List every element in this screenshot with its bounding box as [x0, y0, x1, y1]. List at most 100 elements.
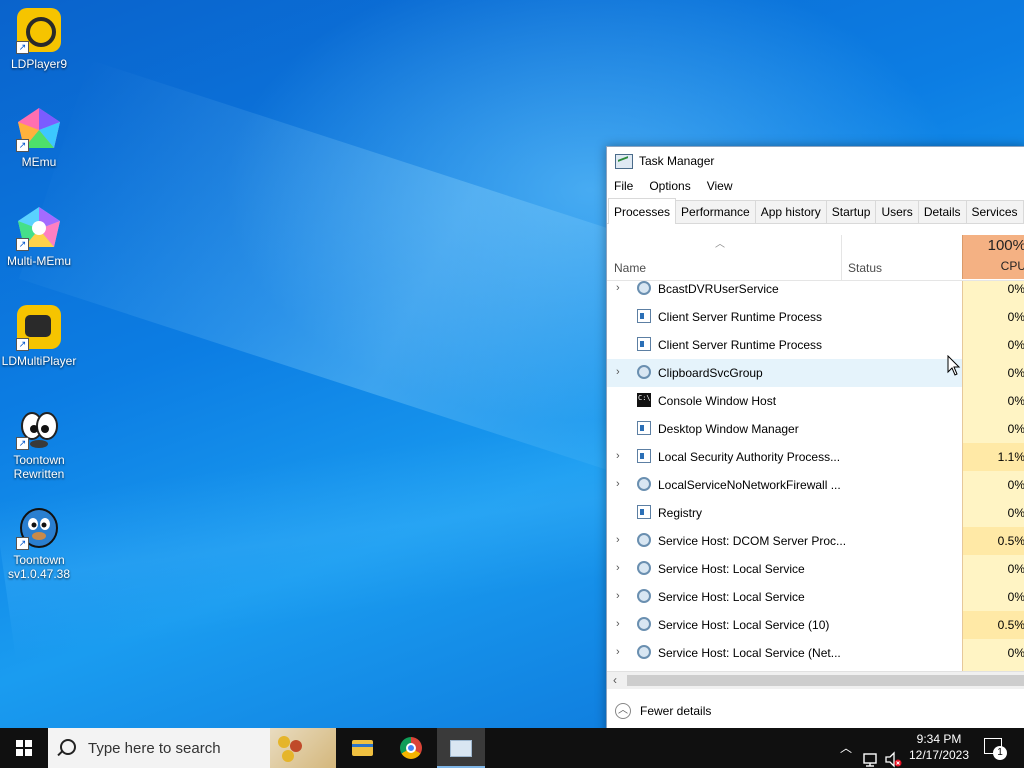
taskbar-task-manager[interactable] — [437, 728, 485, 768]
expand-chevron-icon[interactable]: › — [616, 618, 626, 630]
process-name: BcastDVRUserService — [658, 282, 779, 296]
toontown-sv-icon: ↗ — [16, 504, 62, 550]
ldplayer9-icon: ↗ — [16, 8, 62, 54]
column-header-cpu[interactable]: 100% CPU — [962, 235, 1024, 279]
desktop-icon-label: LDPlayer9 — [10, 57, 68, 71]
tab-services[interactable]: Services — [965, 200, 1024, 223]
network-icon[interactable] — [862, 740, 880, 780]
process-list[interactable]: › BcastDVRUserService 0% Client Server Runt… — [607, 281, 1024, 671]
process-name: Client Server Runtime Process — [658, 310, 823, 324]
desktop-icon-label: Toontown sv1.0.47.38 — [7, 553, 71, 581]
tab-app-history[interactable]: App history — [754, 200, 827, 223]
memu-icon: ↗ — [16, 106, 62, 152]
process-row[interactable]: › BcastDVRUserService 0% — [607, 281, 1024, 303]
process-row[interactable]: › Service Host: Local Service (10) 0.5% — [607, 611, 1024, 639]
search-highlight-image[interactable] — [270, 728, 336, 768]
desktop-icon-multi-memu[interactable]: ↗ Multi-MEmu — [0, 205, 78, 268]
scroll-left-icon[interactable]: ‹ — [613, 673, 617, 687]
shortcut-arrow-icon: ↗ — [16, 437, 29, 450]
column-header-status[interactable]: Status — [848, 261, 882, 275]
process-name: ClipboardSvcGroup — [658, 366, 763, 380]
console-icon — [637, 393, 651, 407]
window-icon — [637, 337, 651, 351]
column-header-name[interactable]: Name — [614, 261, 646, 275]
expand-chevron-icon[interactable]: › — [616, 590, 626, 602]
process-row[interactable]: Desktop Window Manager 0% — [607, 415, 1024, 443]
expand-chevron-icon[interactable]: › — [616, 450, 626, 462]
scrollbar-thumb[interactable] — [627, 675, 1024, 686]
tab-performance[interactable]: Performance — [675, 200, 756, 223]
cpu-column-label: CPU — [1000, 259, 1024, 273]
desktop-icon-toontown-rewritten[interactable]: ↗ Toontown Rewritten — [0, 404, 78, 481]
window-icon — [637, 505, 651, 519]
process-row[interactable]: › Service Host: DCOM Server Proc... 0.5% — [607, 527, 1024, 555]
horizontal-scrollbar[interactable]: ‹ — [607, 671, 1024, 689]
shortcut-arrow-icon: ↗ — [16, 238, 29, 251]
process-row[interactable]: Client Server Runtime Process 0% — [607, 303, 1024, 331]
expand-chevron-icon[interactable]: › — [616, 478, 626, 490]
process-cpu: 0% — [962, 331, 1024, 359]
process-cpu: 0.5% — [962, 527, 1024, 555]
menu-options[interactable]: Options — [649, 179, 690, 193]
process-name: Console Window Host — [658, 394, 777, 408]
tab-processes[interactable]: Processes — [608, 198, 677, 224]
process-name: Local Security Authority Process... — [658, 450, 841, 464]
desktop-icon-toontown-sv[interactable]: ↗ Toontown sv1.0.47.38 — [0, 504, 78, 581]
menu-bar: File Options View — [607, 175, 1024, 197]
file-explorer-icon — [352, 740, 373, 756]
taskbar-chrome[interactable] — [387, 728, 435, 768]
gear-icon — [637, 589, 651, 603]
process-row[interactable]: Client Server Runtime Process 0% — [607, 331, 1024, 359]
process-name: Registry — [658, 506, 703, 520]
expand-chevron-icon[interactable]: › — [616, 282, 626, 294]
process-row[interactable]: Console Window Host 0% — [607, 387, 1024, 415]
expand-chevron-icon[interactable]: › — [616, 534, 626, 546]
expand-chevron-icon[interactable]: › — [616, 646, 626, 658]
tab-details[interactable]: Details — [917, 200, 967, 223]
process-cpu: 0% — [962, 639, 1024, 667]
shortcut-arrow-icon: ↗ — [16, 139, 29, 152]
menu-file[interactable]: File — [614, 179, 633, 193]
search-icon — [60, 739, 76, 755]
process-row[interactable]: Registry 0% — [607, 499, 1024, 527]
process-cpu: 0% — [962, 387, 1024, 415]
tab-startup[interactable]: Startup — [825, 200, 877, 223]
process-row[interactable]: › ClipboardSvcGroup 0% — [607, 359, 1024, 387]
gear-icon — [637, 365, 651, 379]
ldmultiplayer-icon: ↗ — [16, 305, 62, 351]
start-button[interactable] — [0, 728, 48, 768]
desktop-icon-ldplayer9[interactable]: ↗ LDPlayer9 — [0, 8, 78, 71]
show-hidden-icons-chevron-icon[interactable]: ︿ — [840, 739, 852, 779]
process-cpu: 0% — [962, 499, 1024, 527]
process-row[interactable]: › Local Security Authority Process... 1.1% — [607, 443, 1024, 471]
process-row[interactable]: › Service Host: Local Service (Net... 0% — [607, 639, 1024, 667]
multi-memu-icon: ↗ — [16, 205, 62, 251]
process-cpu: 0% — [962, 415, 1024, 443]
expand-chevron-icon[interactable]: › — [616, 562, 626, 574]
fewer-details-label: Fewer details — [640, 704, 712, 718]
search-placeholder: Type here to search — [88, 740, 221, 757]
title-bar[interactable]: Task Manager — [607, 147, 1024, 175]
expand-chevron-icon[interactable]: › — [616, 366, 626, 378]
desktop-icon-ldmultiplayer[interactable]: ↗ LDMultiPlayer — [0, 305, 78, 368]
menu-view[interactable]: View — [707, 179, 733, 193]
task-manager-window[interactable]: Task Manager File Options View Processes… — [606, 146, 1024, 738]
taskbar-search-box[interactable]: Type here to search — [48, 728, 336, 768]
shortcut-arrow-icon: ↗ — [16, 41, 29, 54]
desktop-icon-memu[interactable]: ↗ MEmu — [0, 106, 78, 169]
chrome-icon — [400, 737, 422, 759]
shortcut-arrow-icon: ↗ — [16, 537, 29, 550]
toontown-rewritten-icon: ↗ — [16, 404, 62, 450]
taskbar-file-explorer[interactable] — [338, 728, 386, 768]
clock-time: 9:34 PM — [916, 732, 962, 746]
process-name: Service Host: Local Service — [658, 590, 805, 604]
fewer-details-button[interactable]: ︿ Fewer details — [615, 703, 711, 719]
column-divider[interactable] — [841, 235, 842, 280]
process-row[interactable]: › LocalServiceNoNetworkFirewall ... 0% — [607, 471, 1024, 499]
tab-users[interactable]: Users — [875, 200, 919, 223]
tab-bar: Processes Performance App history Startu… — [607, 197, 1024, 224]
system-clock[interactable]: 9:34 PM 12/17/2023 — [904, 731, 974, 763]
process-row[interactable]: › Service Host: Local Service 0% — [607, 555, 1024, 583]
process-row[interactable]: › Service Host: Local Service 0% — [607, 583, 1024, 611]
volume-muted-icon[interactable] — [884, 740, 902, 780]
